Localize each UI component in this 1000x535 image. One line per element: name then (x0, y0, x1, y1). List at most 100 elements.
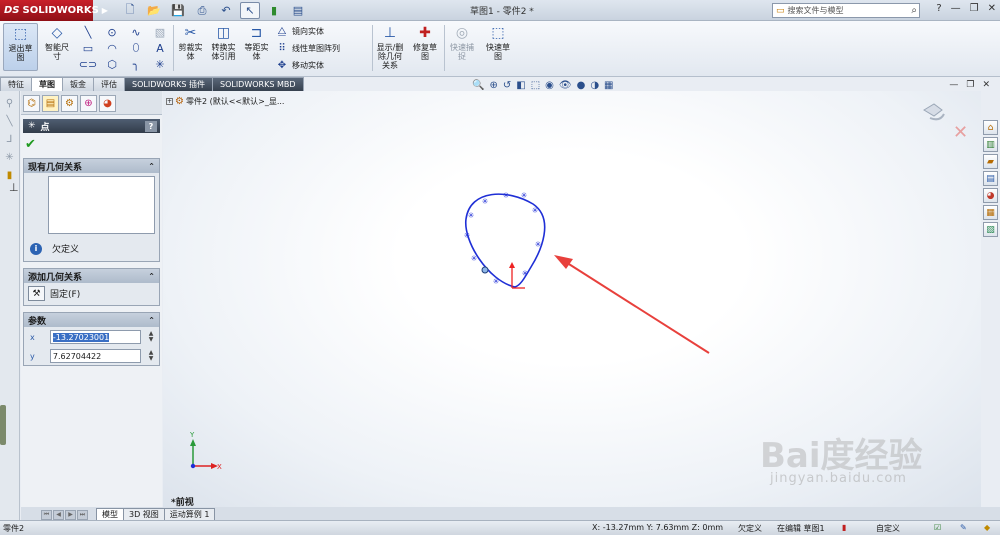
next-tab-icon[interactable]: ▶ (65, 510, 76, 520)
zoom-fit-icon[interactable]: 🔍 (472, 80, 484, 91)
view-orientation-icon[interactable]: ⬚ (531, 80, 540, 91)
display-style-icon[interactable]: ◉ (545, 80, 554, 91)
point-icon[interactable]: ✳ (148, 56, 172, 72)
zoom-area-icon[interactable]: ⊕ (489, 80, 497, 91)
existing-relations-header[interactable]: 现有几何关系 ⌃ (24, 159, 159, 173)
collapse-icon[interactable]: ⌃ (148, 162, 155, 171)
configuration-manager-tab-icon[interactable]: ⚙ (61, 95, 78, 112)
search-results-icon[interactable]: ▤ (983, 171, 998, 186)
previous-view-icon[interactable]: ↺ (503, 80, 511, 91)
add-relations-header[interactable]: 添加几何关系 ⌃ (24, 269, 159, 283)
circle-icon[interactable]: ⊙ (100, 24, 124, 40)
doc-minimize-icon[interactable]: — (949, 80, 958, 90)
mirror-entities-button[interactable]: ⧋ 镜向实体 (276, 24, 340, 38)
file-explorer-icon[interactable]: ▰ (983, 154, 998, 169)
rapid-snaps-button[interactable]: ◎ 快速捕捉 (446, 23, 478, 62)
tab-mbd[interactable]: SOLIDWORKS MBD (211, 77, 304, 91)
strip-select-icon[interactable]: ⚲ (0, 98, 19, 109)
fix-relation-button[interactable]: ⚒ 固定(F) (24, 283, 159, 305)
tab-motion-study[interactable]: 运动算例 1 (163, 508, 216, 520)
view-settings-icon[interactable]: ▦ (604, 80, 613, 91)
last-tab-icon[interactable]: ⏭ (77, 510, 88, 520)
collapse-icon[interactable]: ⌃ (148, 316, 155, 325)
new-file-icon[interactable]: 🗋 (120, 2, 140, 19)
fillet-icon[interactable]: ╮ (124, 56, 148, 72)
tab-evaluate[interactable]: 评估 (93, 77, 125, 91)
tab-sketch[interactable]: 草图 (31, 77, 63, 91)
y-coordinate-input[interactable]: 7.62704422 (49, 349, 142, 363)
rebuild-status-icon[interactable]: ▮ (842, 523, 846, 532)
feature-tree-flyout[interactable]: + ⚙ 零件2 (默认<<默认>_显... (166, 96, 284, 107)
x-coordinate-input[interactable]: -13.27023001 (49, 330, 142, 344)
display-manager-tab-icon[interactable]: ◕ (99, 95, 116, 112)
y-spinner[interactable]: ▲ ▼ (147, 350, 155, 362)
doc-restore-icon[interactable]: ❐ (966, 80, 974, 90)
property-manager-tab-icon[interactable]: ▤ (42, 95, 59, 112)
scene-icon[interactable]: ◑ (590, 80, 599, 91)
collapse-icon[interactable]: ⌃ (148, 272, 155, 281)
line-icon[interactable]: ╲ (76, 24, 100, 40)
parameters-header[interactable]: 参数 ⌃ (24, 313, 159, 327)
expand-icon[interactable]: + (166, 98, 173, 105)
save-icon[interactable]: 💾 (168, 2, 188, 19)
search-input[interactable]: ▭ 搜索文件与模型 ⌕ (772, 3, 920, 18)
close-icon[interactable]: ✕ (988, 3, 996, 14)
forum-icon[interactable]: ▧ (983, 222, 998, 237)
repair-sketch-button[interactable]: ✚ 修复草图 (409, 23, 441, 62)
x-spinner[interactable]: ▲ ▼ (147, 331, 155, 343)
help-icon[interactable]: ? (936, 3, 941, 14)
strip-line-icon[interactable]: ╲ (0, 116, 19, 127)
display-delete-relations-button[interactable]: ⊥ 显示/删除几何关系 (374, 23, 406, 71)
quick-sketch-button[interactable]: ⬚ 快速草图 (482, 23, 514, 62)
prev-tab-icon[interactable]: ◀ (53, 510, 64, 520)
restore-icon[interactable]: ❐ (970, 3, 979, 14)
text-icon[interactable]: A (148, 40, 172, 56)
spline-icon[interactable]: ∿ (124, 24, 148, 40)
rebuild-icon[interactable]: ▮ (264, 2, 284, 19)
search-icon[interactable]: ⌕ (911, 5, 917, 16)
move-entities-button[interactable]: ✥ 移动实体 (276, 58, 340, 72)
surface-icon[interactable]: ▧ (148, 24, 172, 40)
feature-manager-tab-icon[interactable]: ⌬ (23, 95, 40, 112)
tab-addins[interactable]: SOLIDWORKS 插件 (124, 77, 213, 91)
hide-show-icon[interactable]: 👁 (559, 80, 572, 91)
status-tooltip-icon[interactable]: ✎ (960, 523, 967, 532)
undo-icon[interactable]: ↶ (216, 2, 236, 19)
strip-fix-icon[interactable]: ▮ (0, 170, 19, 181)
ok-check-icon[interactable]: ✔ (25, 137, 162, 152)
slot-icon[interactable]: ⊂⊃ (76, 56, 100, 72)
ellipse-icon[interactable]: ⬯ (124, 40, 148, 56)
strip-point-icon[interactable]: ✳ (0, 152, 19, 163)
solidworks-logo[interactable]: DS SOLIDWORKS ▶ (0, 0, 108, 21)
linear-pattern-button[interactable]: ⠿ 线性草图阵列 (276, 41, 340, 55)
options-icon[interactable]: ▤ (288, 2, 308, 19)
exit-sketch-button[interactable]: ⬚ 退出草图 (3, 23, 38, 71)
tab-model[interactable]: 模型 (96, 508, 124, 520)
status-units[interactable]: 自定义 (876, 523, 900, 534)
arc-icon[interactable]: ◠ (100, 40, 124, 56)
section-view-icon[interactable]: ◧ (516, 80, 525, 91)
dimxpert-tab-icon[interactable]: ⊕ (80, 95, 97, 112)
help-button[interactable]: ? (145, 120, 157, 132)
tab-features[interactable]: 特征 (0, 77, 32, 91)
tab-sheet-metal[interactable]: 钣金 (62, 77, 94, 91)
strip-constraint-icon[interactable]: ⅃ (0, 134, 19, 145)
side-grip-handle[interactable] (0, 405, 6, 445)
minimize-icon[interactable]: — (951, 3, 961, 14)
custom-properties-icon[interactable]: ▦ (983, 205, 998, 220)
status-notification-icon[interactable]: ◆ (984, 523, 990, 532)
design-library-icon[interactable]: ▥ (983, 137, 998, 152)
trim-entities-button[interactable]: ✂ 剪裁实体 (175, 23, 206, 62)
select-pointer-icon[interactable]: ↖ (240, 2, 260, 19)
first-tab-icon[interactable]: ⏮ (41, 510, 52, 520)
polygon-icon[interactable]: ⬡ (100, 56, 124, 72)
offset-entities-button[interactable]: ⊐ 等距实体 (241, 23, 272, 62)
doc-close-icon[interactable]: ✕ (982, 80, 990, 90)
open-file-icon[interactable]: 📂 (144, 2, 164, 19)
convert-entities-button[interactable]: ◫ 转换实体引用 (207, 23, 240, 62)
print-icon[interactable]: ⎙ (192, 2, 212, 19)
appearances-icon[interactable]: ◕ (983, 188, 998, 203)
tab-3d-views[interactable]: 3D 视图 (123, 508, 165, 520)
smart-dimension-button[interactable]: ◇ 智能尺寸 (42, 23, 72, 62)
relations-list[interactable] (48, 176, 155, 234)
